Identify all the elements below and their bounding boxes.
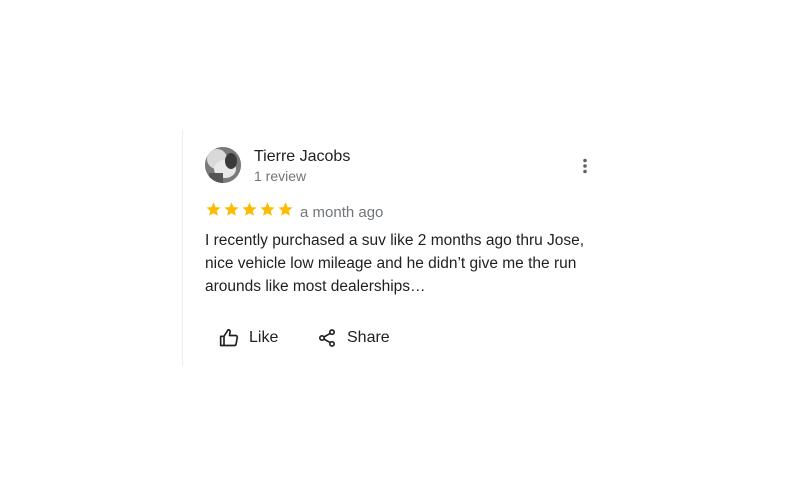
like-label: Like	[249, 329, 279, 346]
review-date: a month ago	[300, 204, 384, 221]
author-name[interactable]: Tierre Jacobs	[254, 148, 350, 166]
star-icon	[260, 202, 275, 216]
star-icon	[278, 202, 293, 216]
review-text: I recently purchased a suv like 2 months…	[205, 232, 585, 295]
share-button[interactable]: Share	[317, 324, 390, 352]
more-vert-icon	[583, 158, 587, 174]
share-label: Share	[347, 329, 390, 346]
star-icon	[224, 202, 239, 216]
thumbs-up-icon	[219, 328, 239, 347]
star-icon	[206, 202, 221, 216]
more-options-button[interactable]	[573, 152, 597, 180]
avatar[interactable]	[205, 147, 241, 183]
like-button[interactable]: Like	[219, 324, 278, 352]
review-card: Tierre Jacobs 1 review a month ago I rec…	[182, 130, 613, 366]
share-icon	[319, 329, 335, 347]
author-review-count: 1 review	[254, 168, 307, 184]
star-rating	[205, 201, 294, 218]
star-icon	[242, 202, 257, 216]
